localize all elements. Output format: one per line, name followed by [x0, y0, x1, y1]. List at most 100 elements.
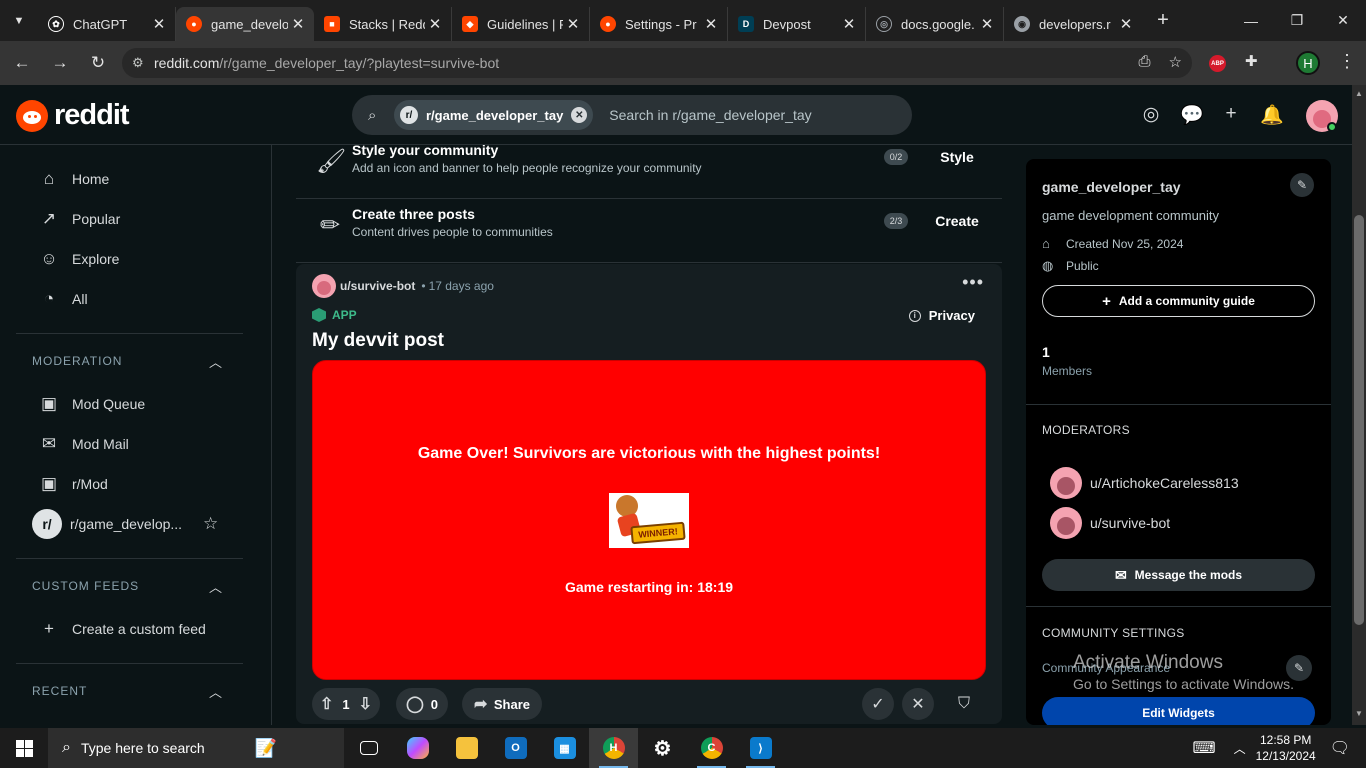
scroll-down-icon[interactable]: ▼: [1355, 709, 1363, 718]
divider: [1026, 606, 1331, 607]
chat-icon[interactable]: 💬: [1180, 103, 1204, 127]
moderator-item[interactable]: u/ArtichokeCareless813: [1050, 467, 1239, 499]
scroll-thumb[interactable]: [1354, 215, 1364, 625]
copilot-icon[interactable]: [393, 728, 442, 768]
sidebar-item-mod-queue[interactable]: ▣ Mod Queue: [0, 384, 271, 424]
install-app-icon[interactable]: ⎙: [1139, 53, 1151, 71]
comments-button[interactable]: ◯ 0: [396, 688, 448, 720]
close-icon[interactable]: ✕: [839, 15, 859, 33]
chrome-profile-c-icon[interactable]: C: [687, 728, 736, 768]
adblock-extension-icon[interactable]: ABP: [1209, 55, 1226, 72]
chevron-up-icon[interactable]: ︿: [1234, 740, 1246, 757]
chrome-profile-h-icon[interactable]: H: [589, 728, 638, 768]
tab-chatgpt[interactable]: ✿ ChatGPT ✕: [38, 7, 176, 41]
notifications-bell-icon[interactable]: 🔔: [1260, 103, 1284, 127]
taskbar-search[interactable]: ⌕ Type here to search 📝: [48, 728, 344, 768]
post-author[interactable]: u/survive-bot: [340, 279, 415, 293]
edit-pencil-icon[interactable]: ✎: [1290, 173, 1314, 197]
site-info-icon[interactable]: ⚙: [132, 55, 154, 71]
page-scrollbar[interactable]: ▲ ▼: [1352, 85, 1366, 725]
tab-docs-google[interactable]: ◎ docs.google. ✕: [866, 7, 1004, 41]
advertise-icon[interactable]: ◎: [1140, 103, 1162, 127]
avatar: [1050, 467, 1082, 499]
settings-gear-icon[interactable]: ⚙: [638, 728, 687, 768]
recent-section-header[interactable]: RECENT ︿: [0, 668, 271, 714]
reload-icon[interactable]: ↻: [80, 45, 116, 81]
back-icon[interactable]: ←: [4, 45, 40, 81]
mod-shield-icon[interactable]: ⛉: [948, 688, 980, 720]
search-input[interactable]: [609, 107, 900, 123]
notification-center-icon[interactable]: 🗨: [1330, 738, 1350, 758]
close-icon[interactable]: ✕: [425, 15, 445, 33]
extensions-icon[interactable]: ✚: [1245, 52, 1258, 70]
sidebar-item-all[interactable]: ◔ All: [0, 279, 271, 319]
search-community-chip[interactable]: r/ r/game_developer_tay ✕: [394, 100, 594, 130]
sidebar-item-game-developer[interactable]: r/r/game_develop... ☆: [0, 504, 271, 544]
chip-remove-icon[interactable]: ✕: [571, 107, 588, 123]
search-highlight-icon: 📝: [254, 737, 278, 758]
task-view-icon[interactable]: [344, 728, 393, 768]
create-button[interactable]: Create: [924, 207, 990, 235]
add-community-guide-button[interactable]: + Add a community guide: [1042, 285, 1315, 317]
bookmark-star-icon[interactable]: ☆: [1169, 53, 1182, 71]
tab-developers[interactable]: ◉ developers.r ✕: [1004, 7, 1142, 41]
downvote-icon[interactable]: ⇩: [359, 694, 372, 714]
close-icon[interactable]: ✕: [288, 15, 308, 33]
create-post-icon[interactable]: +: [1220, 103, 1242, 127]
search-bar[interactable]: ⌕ r/ r/game_developer_tay ✕: [352, 95, 912, 135]
close-icon[interactable]: ✕: [563, 15, 583, 33]
approve-icon[interactable]: ✓: [862, 688, 894, 720]
reddit-logo[interactable]: reddit: [16, 99, 130, 132]
custom-feeds-section-header[interactable]: CUSTOM FEEDS ︿: [0, 563, 271, 609]
style-button[interactable]: Style: [924, 145, 990, 171]
upvote-icon[interactable]: ⇧: [320, 694, 333, 714]
remove-icon[interactable]: ✕: [902, 688, 934, 720]
close-icon[interactable]: ✕: [977, 15, 997, 33]
chevron-up-icon: ︿: [208, 684, 223, 700]
moderator-item[interactable]: u/survive-bot: [1050, 507, 1170, 539]
vscode-icon[interactable]: ⟩: [736, 728, 785, 768]
scroll-up-icon[interactable]: ▲: [1355, 89, 1363, 98]
close-icon[interactable]: ✕: [701, 15, 721, 33]
privacy-button[interactable]: i Privacy: [908, 308, 975, 323]
forward-icon[interactable]: →: [42, 45, 78, 81]
minimize-icon[interactable]: —: [1228, 0, 1274, 41]
browser-menu-icon[interactable]: ⋮: [1338, 51, 1356, 72]
message-mods-button[interactable]: ✉ Message the mods: [1042, 559, 1315, 591]
more-options-icon[interactable]: •••: [962, 272, 984, 293]
microsoft-store-icon[interactable]: ▦: [540, 728, 589, 768]
vote-control: ⇧ 1 ⇩: [312, 688, 380, 720]
address-bar[interactable]: ⚙ reddit.com/r/game_developer_tay/?playt…: [122, 48, 1192, 78]
start-button[interactable]: [0, 728, 48, 768]
tab-search-button[interactable]: ▼: [0, 0, 38, 41]
tab-game-developer[interactable]: ● game_developer ✕: [176, 7, 314, 41]
close-icon[interactable]: ✕: [149, 15, 169, 33]
sidebar-item-explore[interactable]: ☺ Explore: [0, 239, 271, 279]
tab-guidelines[interactable]: ◆ Guidelines | R ✕: [452, 7, 590, 41]
sidebar-item-popular[interactable]: ↗ Popular: [0, 199, 271, 239]
sidebar-item-r-mod[interactable]: ▣ r/Mod: [0, 464, 271, 504]
clock[interactable]: 12:58 PM 12/13/2024: [1256, 732, 1316, 764]
sidebar-item-mod-mail[interactable]: ✉ Mod Mail: [0, 424, 271, 464]
share-button[interactable]: ➦ Share: [462, 688, 542, 720]
file-explorer-icon[interactable]: [442, 728, 491, 768]
tab-settings[interactable]: ● Settings - Pr ✕: [590, 7, 728, 41]
author-avatar[interactable]: [312, 274, 336, 298]
close-icon[interactable]: ✕: [1116, 15, 1136, 33]
sidebar-item-home[interactable]: ⌂ Home: [0, 159, 271, 199]
new-tab-button[interactable]: +: [1148, 9, 1178, 32]
tab-devpost[interactable]: D Devpost ✕: [728, 7, 866, 41]
windows-taskbar: ⌕ Type here to search 📝 O ▦ H ⚙ C ⟩ ⌨ ︿ …: [0, 728, 1366, 768]
devvit-game-frame[interactable]: Game Over! Survivors are victorious with…: [312, 360, 986, 680]
moderation-section-header[interactable]: MODERATION ︿: [0, 338, 271, 384]
keyboard-icon[interactable]: ⌨: [1193, 738, 1216, 758]
close-window-icon[interactable]: ✕: [1320, 0, 1366, 41]
edit-widgets-button[interactable]: Edit Widgets: [1042, 697, 1315, 725]
tab-stacks[interactable]: ■ Stacks | Reddit ✕: [314, 7, 452, 41]
browser-profile-avatar[interactable]: H: [1296, 51, 1320, 75]
create-custom-feed-button[interactable]: + Create a custom feed: [0, 609, 271, 649]
outlook-icon[interactable]: O: [491, 728, 540, 768]
restore-icon[interactable]: ❐: [1274, 0, 1320, 41]
post-title[interactable]: My devvit post: [312, 330, 444, 352]
favorite-star-icon[interactable]: ☆: [203, 514, 218, 534]
